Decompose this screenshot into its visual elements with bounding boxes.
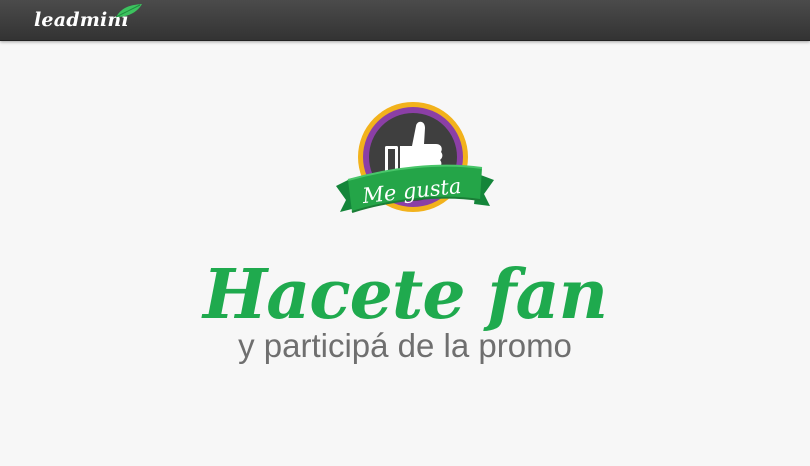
like-badge-graphic: Me gusta (336, 102, 494, 213)
like-badge: Me gusta (330, 102, 500, 232)
headline: Hacete fan (202, 255, 608, 335)
top-bar: leadmini (0, 0, 810, 41)
leadmini-logo[interactable]: leadmini (34, 4, 142, 34)
main-content: Me gusta Hacete fan y participá de la pr… (0, 42, 810, 466)
subline: y participá de la promo (238, 327, 572, 364)
leaf-icon (115, 4, 142, 18)
